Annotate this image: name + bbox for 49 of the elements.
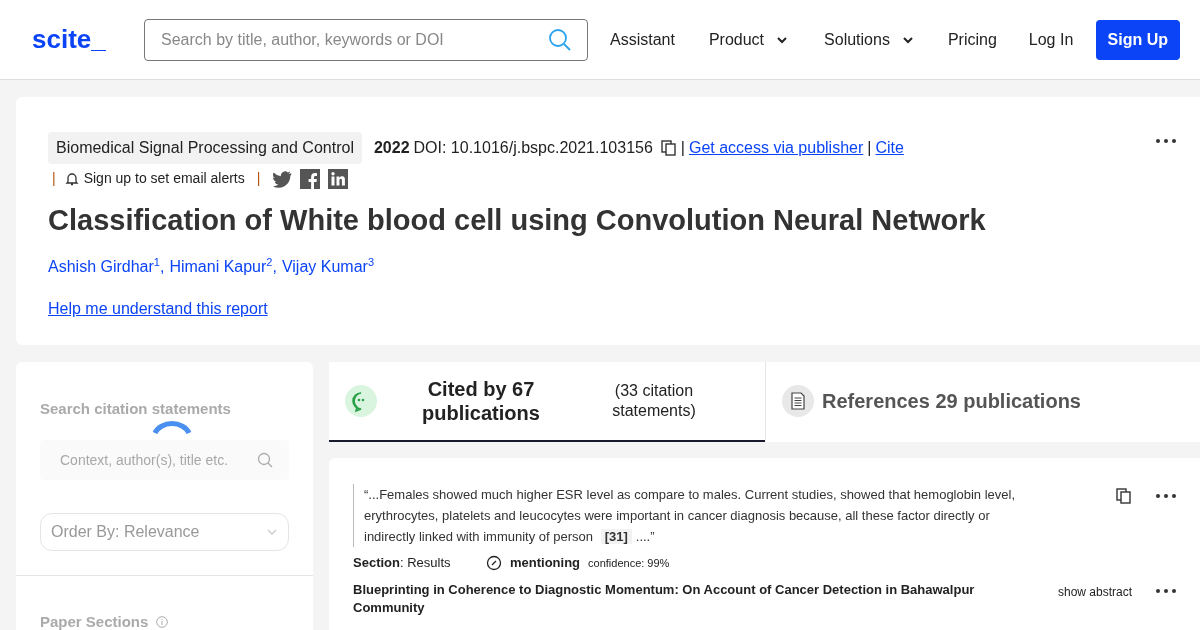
author-link[interactable]: Ashish Girdhar$^{1}$, bbox=[48, 254, 165, 279]
tab-title: Cited by 67 publications bbox=[421, 377, 541, 425]
bell-icon bbox=[63, 170, 80, 187]
citation-type: mentioning bbox=[510, 554, 581, 572]
email-alerts-link[interactable]: Sign up to set email alerts bbox=[83, 168, 245, 189]
linkedin-icon[interactable] bbox=[328, 168, 349, 189]
paper-title: Classification of White blood cell using Convolution Neural Network bbox=[48, 203, 987, 238]
twitter-icon[interactable] bbox=[272, 168, 293, 189]
separator: | bbox=[680, 138, 685, 158]
tab[interactable]: Cited by 67 publications (33 citation statements) bbox=[329, 362, 765, 442]
separator: | bbox=[256, 169, 261, 188]
tab-note: (33 citation statements) bbox=[611, 381, 697, 421]
tab-title: References 29 publications bbox=[822, 389, 1081, 414]
search-field[interactable]: Search by title, author, keywords or DOI bbox=[144, 18, 588, 61]
nav-link[interactable]: Log In bbox=[1014, 27, 1088, 52]
reference-badge[interactable]: [31] bbox=[600, 529, 632, 544]
document-icon bbox=[782, 385, 814, 417]
facebook-icon[interactable] bbox=[300, 168, 321, 189]
separator: | bbox=[867, 138, 872, 158]
citing-paper-title[interactable]: Blueprinting in Coherence to Diagnostic Momentum: On Account of Cancer Detection in Bahawalpur Community bbox=[353, 580, 1013, 617]
author-link[interactable]: Himani Kapur$^{2}$, bbox=[169, 254, 277, 279]
year: 2022 bbox=[373, 138, 410, 158]
sidebar-label: Search citation statements bbox=[40, 399, 232, 419]
sign-up-button[interactable]: Sign Up bbox=[1095, 19, 1180, 60]
nav-link[interactable]: Pricing bbox=[933, 27, 1011, 52]
section-label: Section: Results bbox=[353, 554, 452, 572]
confidence: confidence: 99% bbox=[588, 555, 670, 571]
citation-quote: “...Females showed much higher ESR level as compare to males. Current studies, showed that hemoglobin level, erythrocytes, platelets and leucocytes were important in cancer diagnosis because, all these factor directly or indirectly linked with immunity of person [31] ....” bbox=[353, 484, 1025, 547]
copy-icon[interactable] bbox=[1116, 488, 1132, 504]
nav-menu[interactable]: Product bbox=[692, 27, 805, 52]
author-link[interactable]: Vijay Kumar$^{3}$ bbox=[281, 254, 374, 279]
speech-bubble-icon bbox=[345, 385, 377, 417]
show-abstract-button[interactable]: show abstract bbox=[1057, 582, 1132, 601]
help-link[interactable]: Help me understand this report bbox=[48, 296, 268, 321]
journal-tag[interactable]: Biomedical Signal Processing and Control bbox=[48, 132, 362, 164]
nav-menu[interactable]: Solutions bbox=[808, 27, 930, 52]
doi: DOI: 10.1016/j.bspc.2021.103156 bbox=[413, 138, 653, 158]
nav-link[interactable]: Assistant bbox=[596, 27, 689, 52]
search-icon[interactable] bbox=[548, 27, 572, 52]
citation-search-field[interactable]: Context, author(s), title etc. bbox=[40, 439, 289, 480]
copy-icon[interactable] bbox=[660, 140, 677, 156]
cite-link[interactable]: Cite bbox=[875, 136, 904, 160]
separator: | bbox=[52, 169, 56, 188]
sidebar-label: Paper Sections bbox=[40, 611, 149, 630]
compass-icon bbox=[486, 554, 502, 571]
loading-spinner bbox=[152, 419, 192, 435]
access-link[interactable]: Get access via publisher bbox=[689, 136, 864, 160]
logo[interactable]: scite_ bbox=[32, 20, 144, 59]
tab[interactable]: References 29 publications bbox=[765, 362, 1200, 442]
